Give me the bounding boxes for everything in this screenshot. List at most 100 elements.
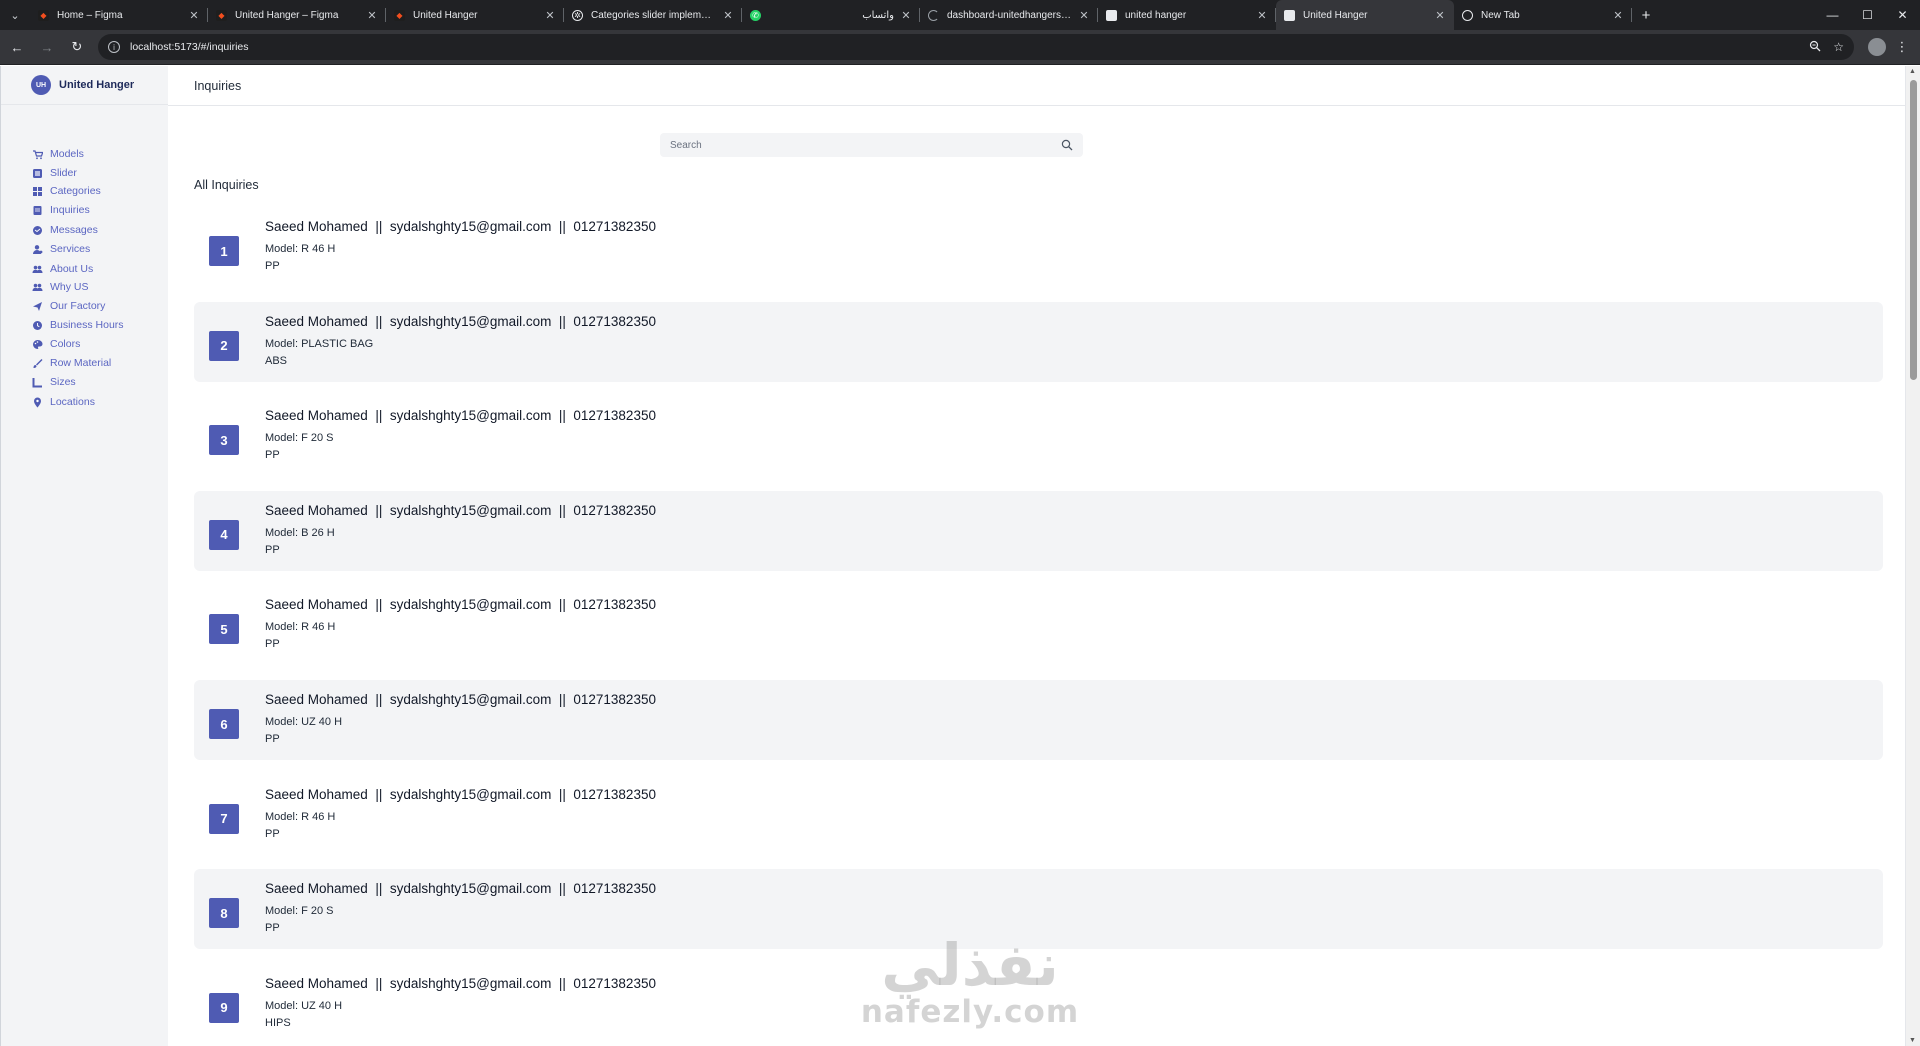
close-tab-icon[interactable]: ✕ xyxy=(1434,9,1446,22)
sidebar-item-messages[interactable]: Messages xyxy=(1,224,98,236)
tab-list: ◆ Home – Figma ✕ ◆ United Hanger – Figma ✕ ◆ Un… xyxy=(30,0,1632,30)
close-tab-icon[interactable]: ✕ xyxy=(366,9,378,22)
whatsapp-icon: ✆ xyxy=(750,9,761,21)
sidebar-item-about-us[interactable]: About Us xyxy=(1,263,93,275)
inquiry-row[interactable]: 1 Saeed Mohamed || sydalshghty15@gmail.co… xyxy=(194,207,1883,287)
address-bar[interactable]: i localhost:5173/#/inquiries ☆ xyxy=(98,34,1854,60)
scrollbar-thumb[interactable] xyxy=(1910,80,1917,380)
scroll-up-arrow-icon[interactable]: ▲ xyxy=(1909,68,1916,75)
sidebar-item-our-factory[interactable]: Our Factory xyxy=(1,300,105,312)
zoom-icon[interactable] xyxy=(1809,40,1821,55)
tab-search-chevron-icon[interactable]: ⌄ xyxy=(0,0,30,30)
sidebar-item-label: Messages xyxy=(50,224,98,236)
close-window-icon[interactable]: ✕ xyxy=(1885,0,1920,30)
sidebar-item-inquiries[interactable]: Inquiries xyxy=(1,204,90,216)
inquiry-contact: Saeed Mohamed || sydalshghty15@gmail.com… xyxy=(265,881,656,897)
browser-tab[interactable]: united hanger ✕ xyxy=(1098,0,1276,30)
sidebar-item-models[interactable]: Models xyxy=(1,148,84,160)
sidebar-item-label: Models xyxy=(50,148,84,160)
browser-tab-title: dashboard-unitedhangers-proc xyxy=(947,9,1072,21)
watermark-logo: نفذلي nafezly.com xyxy=(850,935,1090,1029)
maximize-icon[interactable]: ☐ xyxy=(1850,0,1885,30)
tab-divider xyxy=(1631,8,1632,22)
browser-tab-title: New Tab xyxy=(1481,9,1520,21)
new-tab-button[interactable]: + xyxy=(1632,0,1660,30)
close-tab-icon[interactable]: ✕ xyxy=(544,9,556,22)
back-arrow-icon[interactable]: ← xyxy=(4,34,30,60)
users-icon xyxy=(32,282,43,293)
sidebar-item-locations[interactable]: Locations xyxy=(1,396,95,408)
close-tab-icon[interactable]: ✕ xyxy=(1612,9,1624,22)
minimize-icon[interactable]: — xyxy=(1815,0,1850,30)
sidebar-item-row-material[interactable]: Row Material xyxy=(1,357,111,369)
profile-avatar[interactable] xyxy=(1868,38,1886,56)
close-tab-icon[interactable]: ✕ xyxy=(722,9,734,22)
close-tab-icon[interactable]: ✕ xyxy=(188,9,200,22)
browser-tab[interactable]: New Tab ✕ xyxy=(1454,0,1632,30)
sidebar-item-label: Locations xyxy=(50,396,95,408)
inquiry-contact: Saeed Mohamed || sydalshghty15@gmail.com… xyxy=(265,692,656,707)
inquiry-row[interactable]: 7 Saeed Mohamed || sydalshghty15@gmail.co… xyxy=(194,775,1883,855)
search-icon[interactable] xyxy=(1061,139,1073,151)
sidebar-item-services[interactable]: Services xyxy=(1,243,90,255)
inquiry-number-badge: 3 xyxy=(209,425,239,456)
close-tab-icon[interactable]: ✕ xyxy=(1256,9,1268,22)
inquiry-row[interactable]: 2 Saeed Mohamed || sydalshghty15@gmail.co… xyxy=(194,301,1883,382)
sidebar-item-why-us[interactable]: Why US xyxy=(1,281,89,293)
sidebar-item-sizes[interactable]: Sizes xyxy=(1,376,76,388)
chatgpt-icon: ✲ xyxy=(572,9,583,21)
page-scrollbar[interactable]: ▲ ▼ xyxy=(1905,66,1920,1046)
inquiry-model: Model: R 46 H xyxy=(265,621,336,634)
sidebar-item-label: Inquiries xyxy=(50,204,90,216)
inquiry-material: HIPS xyxy=(265,1016,291,1029)
browser-menu-icon[interactable]: ⋮ xyxy=(1892,39,1912,55)
inquiry-model: Model: R 46 H xyxy=(265,243,336,255)
inquiry-row[interactable]: 4 Saeed Mohamed || sydalshghty15@gmail.co… xyxy=(194,490,1883,571)
inquiry-model: Model: F 20 S xyxy=(265,432,334,445)
browser-tab[interactable]: ✲ Categories slider implementati ✕ xyxy=(564,0,742,30)
inquiry-row[interactable]: 3 Saeed Mohamed || sydalshghty15@gmail.co… xyxy=(194,396,1883,476)
inquiry-material: PP xyxy=(265,449,280,462)
browser-toolbar: ← → ↻ i localhost:5173/#/inquiries ☆ ⋮ xyxy=(0,30,1920,65)
brand-logo: UH xyxy=(31,75,51,95)
inquiry-model: Model: R 46 H xyxy=(265,810,336,823)
sidebar-item-slider[interactable]: Slider xyxy=(1,167,77,179)
browser-tab-title: United Hanger xyxy=(1303,9,1368,21)
brand[interactable]: UH United Hanger xyxy=(1,66,168,105)
sidebar-item-label: Row Material xyxy=(50,357,112,369)
forward-arrow-icon[interactable]: → xyxy=(34,34,60,60)
sidebar-item-categories[interactable]: Categories xyxy=(1,185,101,197)
sidebar-item-colors[interactable]: Colors xyxy=(1,338,80,350)
inquiry-material: ABS xyxy=(265,354,288,367)
inquiry-contact: Saeed Mohamed || sydalshghty15@gmail.com… xyxy=(265,597,656,613)
url-text[interactable]: localhost:5173/#/inquiries xyxy=(130,41,1797,53)
inquiry-material: PP xyxy=(265,543,280,556)
inquiry-number-badge: 6 xyxy=(209,709,239,739)
watermark-latin: nafezly.com xyxy=(860,994,1080,1030)
inquiry-row[interactable]: 5 Saeed Mohamed || sydalshghty15@gmail.co… xyxy=(194,585,1883,665)
browser-tab[interactable]: ◆ Home – Figma ✕ xyxy=(30,0,208,30)
search-input[interactable] xyxy=(670,139,1061,151)
inquiry-material: PP xyxy=(265,638,280,651)
inquiry-row[interactable]: 6 Saeed Mohamed || sydalshghty15@gmail.co… xyxy=(194,680,1883,760)
browser-tab-title: Home – Figma xyxy=(57,9,123,21)
scroll-down-arrow-icon[interactable]: ▼ xyxy=(1909,1037,1916,1044)
inquiry-material: PP xyxy=(265,922,280,935)
bookmark-star-icon[interactable]: ☆ xyxy=(1833,40,1844,54)
user-gear-icon xyxy=(32,244,43,255)
browser-tab[interactable]: ◆ United Hanger – Figma ✕ xyxy=(208,0,386,30)
close-tab-icon[interactable]: ✕ xyxy=(1078,9,1090,22)
browser-tab[interactable]: dashboard-unitedhangers-proc ✕ xyxy=(920,0,1098,30)
browser-tab-title: United Hanger xyxy=(413,9,478,21)
close-tab-icon[interactable]: ✕ xyxy=(900,9,912,22)
inquiry-contact: Saeed Mohamed || sydalshghty15@gmail.com… xyxy=(265,502,656,518)
page-header: Inquiries xyxy=(168,66,1905,106)
browser-tab[interactable]: ✆ واتساب ✕ xyxy=(742,0,920,30)
browser-tab[interactable]: United Hanger ✕ xyxy=(1276,0,1454,30)
reload-icon[interactable]: ↻ xyxy=(64,34,90,60)
browser-tab[interactable]: ◆ United Hanger ✕ xyxy=(386,0,564,30)
sidebar-item-business-hours[interactable]: Business Hours xyxy=(1,319,124,331)
site-info-icon[interactable]: i xyxy=(108,41,120,53)
ruler-icon xyxy=(32,377,43,388)
brand-name: United Hanger xyxy=(59,79,135,91)
